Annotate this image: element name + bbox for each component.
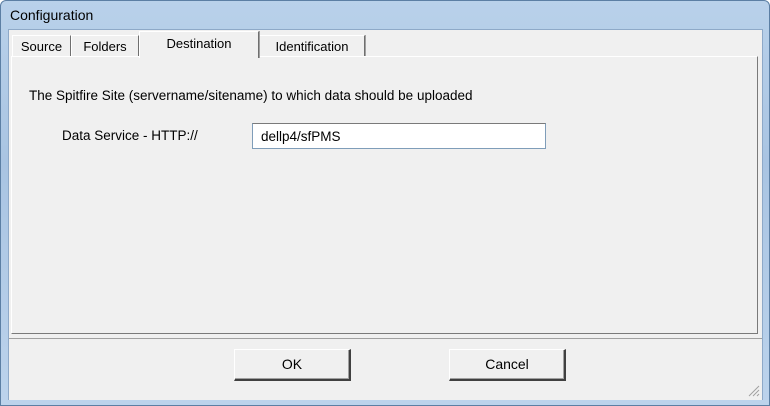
dialog-body: Source Folders Destination Identificatio… <box>8 29 763 400</box>
resize-grip-icon[interactable] <box>746 383 760 397</box>
title-bar[interactable]: Configuration <box>1 1 769 29</box>
window-title: Configuration <box>10 7 94 23</box>
ok-button[interactable]: OK <box>234 349 351 381</box>
data-service-label: Data Service - HTTP:// <box>62 128 198 143</box>
tab-folders[interactable]: Folders <box>71 35 139 56</box>
tab-destination[interactable]: Destination <box>139 31 259 58</box>
tab-source[interactable]: Source <box>12 35 71 56</box>
tab-identification[interactable]: Identification <box>259 35 365 56</box>
button-bar <box>9 338 762 400</box>
data-service-input[interactable] <box>252 123 546 149</box>
configuration-window: Configuration Source Folders Destination… <box>0 0 770 406</box>
destination-description: The Spitfire Site (servername/sitename) … <box>29 88 473 103</box>
cancel-button[interactable]: Cancel <box>449 349 566 381</box>
